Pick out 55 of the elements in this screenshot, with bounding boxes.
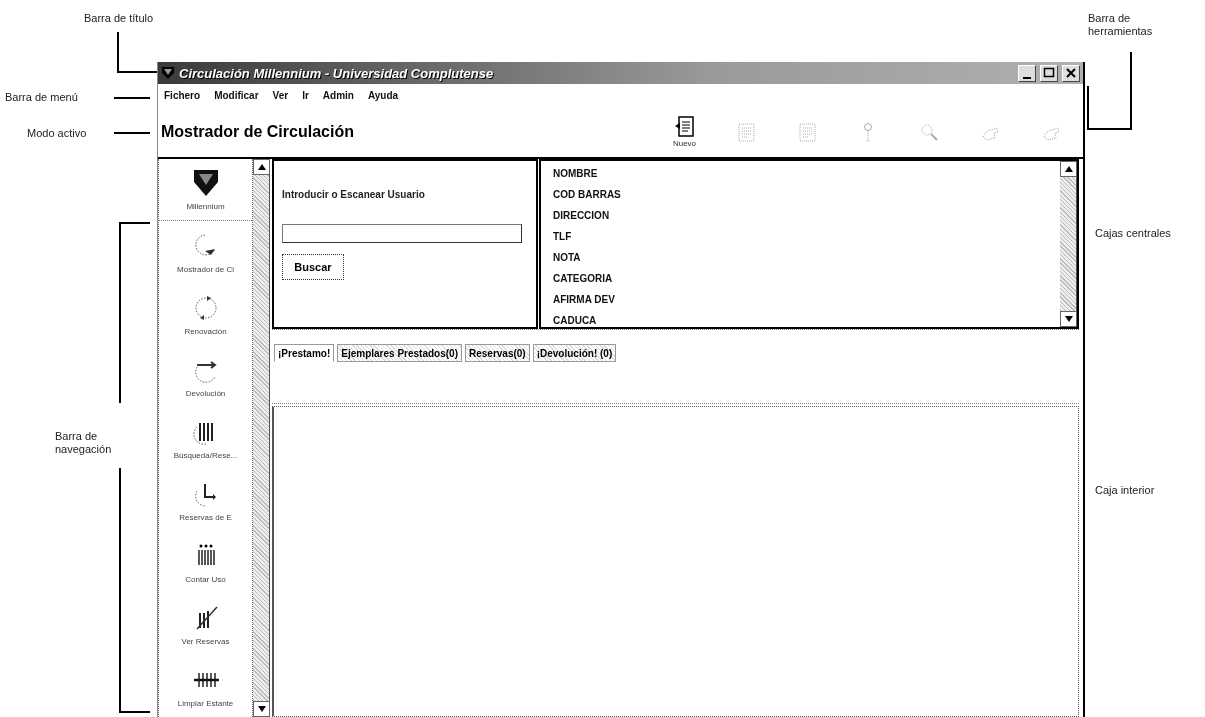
field-label: CATEGORIA [553,272,614,286]
search-button[interactable]: Buscar [282,254,344,280]
field-label: TLF [553,230,573,244]
menu-item[interactable]: Fichero [164,89,201,101]
tab[interactable]: ¡Prestamo! [274,344,335,362]
down-arrow-icon[interactable] [257,706,266,712]
navigation-item[interactable]: Devolución [159,345,252,407]
scrollbar[interactable] [253,159,270,717]
navigation-item[interactable]: Ver Reservas [159,593,252,655]
close-icon [1065,67,1077,79]
menu-item[interactable]: Ver [272,89,289,101]
annotation-label: Barra de menú [5,91,78,104]
annotation-label: Barra de navegación [55,430,113,456]
minimize-button[interactable] [1018,64,1036,82]
field-label: NOTA [553,251,582,265]
navigation-item[interactable]: Limpiar Estante [159,655,252,717]
shield-icon [161,66,175,80]
annotation-label: Barra de herramientas [1088,12,1154,38]
field-label: CADUCA [553,314,598,328]
toolbar-button[interactable]: Nuevo [654,108,715,155]
field-label: AFIRMA DEV [553,293,616,307]
field-label: NOMBRE [553,167,599,181]
maximize-icon [1043,67,1055,79]
navigation-item[interactable]: Millennium [159,159,252,221]
navigation-item[interactable]: Renovación [159,283,252,345]
field-label: DIRECCION [553,209,611,223]
field-label: COD BARRAS [553,188,622,202]
tab[interactable]: Ejemplares Prestados(0) [337,344,462,362]
maximize-button[interactable] [1040,64,1058,82]
annotation-label: Caja interior [1095,484,1155,497]
mode-title: Mostrador de Circulación [160,122,355,141]
menu-item[interactable]: Ayuda [367,89,399,101]
annotation-label: Barra de título [84,12,154,25]
navigation-item[interactable]: Mostrador de Ci [159,221,252,283]
scrollbar[interactable] [1060,161,1077,327]
navigation-item[interactable]: Contar Uso [159,531,252,593]
navigation-item[interactable]: Búsqueda/Rese... [159,407,252,469]
search-label: Introducir o Escanear Usuario [282,189,425,200]
window-title: Circulación Millennium - Universidad Complutense [179,65,495,81]
up-arrow-icon[interactable] [257,164,266,170]
up-arrow-icon[interactable] [1064,166,1073,172]
leader-line [113,132,151,134]
close-button[interactable] [1062,64,1080,82]
tab[interactable]: ¡Devolución! (0) [532,344,617,362]
menu-item[interactable]: Modificar [214,89,259,101]
navigation-item[interactable]: Reservas de E [159,469,252,531]
annotation-label: Modo activo [27,127,87,140]
down-arrow-icon[interactable] [1064,316,1073,322]
tab[interactable]: Reservas(0) [464,344,530,362]
leader-line [113,97,151,99]
minimize-icon [1023,76,1031,79]
menu-item[interactable]: Admin [322,89,354,101]
annotation-label: Cajas centrales [1095,227,1171,240]
input-field[interactable] [282,224,522,243]
menu-item[interactable]: Ir [302,89,309,101]
